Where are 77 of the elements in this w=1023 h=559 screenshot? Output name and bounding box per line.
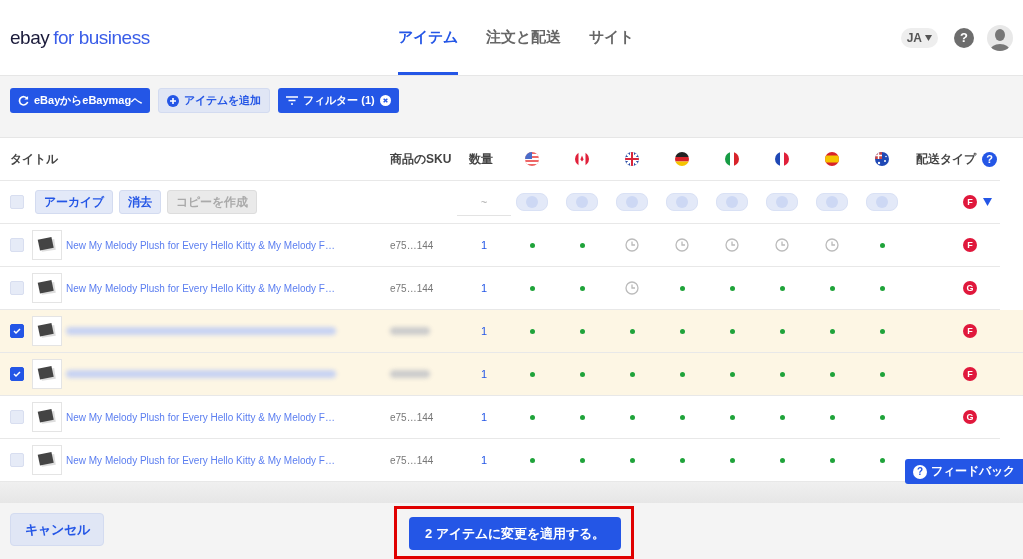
checkmark-icon — [13, 327, 21, 335]
quantity-link[interactable]: 1 — [480, 282, 507, 294]
checkbox[interactable] — [10, 324, 24, 338]
image-placeholder-icon — [32, 445, 62, 475]
toolbar-button[interactable]: フィルター (1) — [278, 88, 399, 113]
help-icon[interactable]: ? — [954, 27, 974, 48]
logo-suffix: for business — [53, 26, 150, 49]
toolbar-button[interactable]: アイテムを追加 — [158, 88, 271, 113]
item-title-link[interactable]: New My Melody Plush for Every Hello Kitty & My Melody F… — [66, 239, 390, 251]
shipping-badge: F — [963, 367, 977, 381]
selected-row[interactable]: 1 F — [0, 353, 1023, 396]
quantity-link[interactable]: 1 — [480, 368, 507, 380]
plus-circle-icon — [167, 94, 180, 107]
image-placeholder-icon — [32, 402, 62, 432]
item-title-link[interactable]: New My Melody Plush for Every Hello Kitty & My Melody F… — [66, 411, 390, 423]
quantity-link[interactable]: 1 — [480, 411, 507, 423]
ca-flag-icon — [575, 152, 589, 166]
feedback-button[interactable]: ? フィードバック — [905, 459, 1023, 484]
nav-tab[interactable]: サイト — [589, 0, 634, 75]
sku-text: e75…144 — [390, 411, 435, 423]
help-icon[interactable]: ? — [982, 151, 997, 167]
quantity-link[interactable]: 1 — [480, 239, 507, 251]
image-placeholder-icon — [32, 359, 62, 389]
filter-icon — [286, 96, 299, 105]
sku-text: e75…144 — [390, 239, 435, 251]
redacted-sku — [390, 370, 430, 378]
shipping-badge: F — [963, 324, 977, 338]
de-flag-icon — [675, 152, 689, 166]
sku-text: e75…144 — [390, 454, 435, 466]
column-header: 数量 — [469, 150, 494, 168]
quantity-link[interactable]: 1 — [480, 454, 507, 466]
clear-filter-icon[interactable] — [379, 95, 391, 106]
image-placeholder-icon — [32, 273, 62, 303]
toggle-switch[interactable] — [666, 193, 698, 211]
es-flag-icon — [825, 152, 839, 166]
cancel-button[interactable]: キャンセル — [10, 513, 104, 546]
item-title-link[interactable]: New My Melody Plush for Every Hello Kitty & My Melody F… — [66, 454, 390, 466]
apply-button[interactable]: 2 アイテムに変更を適用する。 — [409, 517, 621, 550]
image-placeholder-icon — [32, 230, 62, 260]
toggle-switch[interactable] — [566, 193, 598, 211]
gb-flag-icon — [625, 152, 639, 166]
bulk-action-button[interactable]: 消去 — [119, 190, 161, 214]
avatar-icon[interactable] — [987, 24, 1013, 51]
column-header: 配送タイプ — [916, 150, 976, 168]
nav-tab[interactable]: 注文と配送 — [486, 0, 561, 75]
shipping-badge: G — [963, 281, 977, 295]
toggle-switch[interactable] — [716, 193, 748, 211]
item-title-link[interactable]: New My Melody Plush for Every Hello Kitty & My Melody F… — [66, 282, 390, 294]
toggle-switch[interactable] — [866, 193, 898, 211]
quantity-link[interactable]: 1 — [480, 325, 507, 337]
caret-icon — [925, 34, 932, 41]
checkmark-icon — [13, 370, 21, 378]
toggle-switch[interactable] — [516, 193, 548, 211]
checkbox[interactable] — [10, 367, 24, 381]
language-selector[interactable]: JA — [900, 27, 938, 48]
help-icon: ? — [913, 464, 927, 479]
shipping-badge: F — [963, 195, 977, 209]
dropdown-caret-icon[interactable] — [983, 198, 992, 206]
selected-row[interactable]: 1 F — [0, 310, 1023, 353]
sku-text: e75…144 — [390, 282, 435, 294]
toggle-switch[interactable] — [816, 193, 848, 211]
toolbar-button[interactable]: eBayからeBaymagへ — [10, 88, 151, 113]
redacted-sku — [390, 327, 430, 335]
column-header: タイトル — [10, 150, 59, 168]
it-flag-icon — [725, 152, 739, 166]
toggle-switch[interactable] — [766, 193, 798, 211]
logo-brand: ebay — [10, 26, 50, 49]
column-header: 商品のSKU — [390, 150, 452, 168]
shipping-badge: G — [963, 410, 977, 424]
au-flag-icon — [875, 152, 889, 166]
fr-flag-icon — [775, 152, 789, 166]
bulk-action-button[interactable]: アーカイブ — [35, 190, 113, 214]
image-placeholder-icon — [32, 316, 62, 346]
toggle-switch[interactable] — [616, 193, 648, 211]
refresh-icon — [18, 95, 29, 106]
us-flag-icon — [525, 152, 539, 166]
shipping-badge: F — [963, 238, 977, 252]
